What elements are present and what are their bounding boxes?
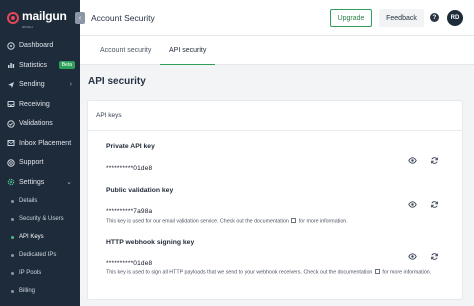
eye-icon: [408, 157, 417, 164]
check-icon: [7, 120, 15, 128]
show-key-button[interactable]: [408, 156, 417, 165]
support-icon: [7, 159, 15, 167]
sidebar-subitem-label: Dedicated IPs: [19, 252, 57, 258]
bullet-icon: [11, 271, 14, 275]
placement-icon: [7, 139, 15, 147]
key-note: This key is used to sign all HTTP payloa…: [106, 269, 441, 277]
sidebar-subitem-dedicated-ips[interactable]: Dedicated IPs: [0, 246, 80, 264]
refresh-icon: [431, 157, 438, 164]
refresh-icon: [431, 253, 438, 260]
key-note-text: for more information.: [298, 218, 348, 225]
key-note-text: for more information.: [382, 269, 432, 276]
show-key-button[interactable]: [408, 200, 417, 209]
sidebar: mailgun SINCH Dashboard Statistics Beta …: [0, 0, 85, 306]
sidebar-nav: Dashboard Statistics Beta Sending › Rece…: [0, 36, 80, 192]
bullet-icon: [11, 199, 14, 203]
main-content: Account Security Upgrade Feedback ? RD A…: [80, 0, 474, 306]
refresh-icon: [431, 201, 438, 208]
collapse-sidebar-button[interactable]: ‹: [75, 12, 85, 24]
bullet-icon: [11, 217, 14, 221]
feedback-button[interactable]: Feedback: [379, 9, 424, 27]
help-icon[interactable]: ?: [430, 13, 439, 22]
sidebar-subitem-api-keys[interactable]: API Keys: [0, 228, 80, 246]
sidebar-item-inbox-placement[interactable]: Inbox Placement: [0, 134, 80, 154]
page-header-title: Account Security: [91, 12, 155, 23]
eye-icon: [408, 201, 417, 208]
sidebar-subitem-security-users[interactable]: Security & Users: [0, 210, 80, 228]
sidebar-item-label: Sending: [19, 81, 45, 89]
bullet-icon: [11, 253, 14, 257]
chevron-right-icon: ›: [69, 81, 72, 89]
tab-api-security[interactable]: API security: [160, 36, 216, 65]
brand-subtitle: SINCH: [22, 25, 33, 29]
top-bar: Account Security Upgrade Feedback ? RD: [80, 0, 474, 36]
settings-submenu: Details Security & Users API Keys Dedica…: [0, 192, 80, 300]
sidebar-item-label: Settings: [19, 178, 45, 186]
mailgun-logo-icon: [7, 12, 19, 24]
send-icon: [7, 81, 15, 89]
sidebar-subitem-label: Security & Users: [19, 216, 64, 222]
key-value: **********01de8: [106, 165, 153, 172]
sidebar-subitem-label: IP Pools: [19, 270, 42, 276]
key-value: **********01de8: [106, 260, 153, 267]
avatar[interactable]: RD: [447, 10, 463, 26]
external-link-icon[interactable]: [291, 218, 297, 223]
sidebar-item-support[interactable]: Support: [0, 153, 80, 173]
sidebar-item-sending[interactable]: Sending ›: [0, 75, 80, 95]
sidebar-item-label: Support: [19, 159, 44, 167]
key-title: Private API key: [106, 143, 155, 150]
chevron-down-icon: ⌄: [66, 179, 72, 187]
show-key-button[interactable]: [408, 252, 417, 261]
sidebar-item-receiving[interactable]: Receiving: [0, 95, 80, 115]
sidebar-item-statistics[interactable]: Statistics Beta: [0, 56, 80, 76]
sidebar-item-label: Inbox Placement: [19, 139, 72, 147]
bullet-icon: [11, 289, 14, 293]
sidebar-subitem-label: Billing: [19, 288, 36, 294]
sidebar-item-label: Receiving: [19, 100, 50, 108]
private-api-key-row: Private API key **********01de8: [106, 143, 446, 172]
external-link-icon[interactable]: [374, 269, 380, 274]
bullet-icon: [11, 235, 14, 239]
key-value: **********7a98a: [106, 208, 153, 215]
sidebar-subitem-label: Details: [19, 198, 38, 204]
page-title: API security: [88, 76, 146, 87]
rotate-key-button[interactable]: [430, 200, 439, 209]
rotate-key-button[interactable]: [430, 252, 439, 261]
public-validation-key-row: Public validation key **********7a98a Th…: [106, 187, 446, 226]
key-title: Public validation key: [106, 187, 174, 194]
api-keys-card: API keys Private API key **********01de8…: [87, 100, 463, 300]
inbox-icon: [7, 100, 15, 108]
card-header: API keys: [88, 101, 462, 131]
beta-badge: Beta: [58, 60, 75, 69]
sidebar-subitem-billing[interactable]: Billing: [0, 282, 80, 300]
eye-icon: [408, 253, 417, 260]
rotate-key-button[interactable]: [430, 156, 439, 165]
sidebar-subitem-label: API Keys: [19, 234, 44, 240]
key-title: HTTP webhook signing key: [106, 239, 195, 246]
sidebar-item-label: Validations: [19, 120, 53, 128]
gear-icon: [7, 178, 15, 186]
key-note-text: This key is used to sign all HTTP payloa…: [106, 269, 373, 276]
brand-name: mailgun: [22, 9, 67, 23]
tab-bar: Account security API security: [80, 36, 474, 65]
sidebar-subitem-details[interactable]: Details: [0, 192, 80, 210]
webhook-signing-key-row: HTTP webhook signing key **********01de8…: [106, 239, 446, 277]
brand-logo[interactable]: mailgun SINCH: [0, 0, 80, 36]
sidebar-subitem-ip-pools[interactable]: IP Pools: [0, 264, 80, 282]
dashboard-icon: [7, 42, 15, 50]
chart-icon: [7, 61, 15, 69]
tab-account-security[interactable]: Account security: [100, 36, 151, 65]
chevron-left-icon: ‹: [78, 14, 82, 22]
upgrade-button[interactable]: Upgrade: [330, 9, 372, 27]
sidebar-item-settings[interactable]: Settings ⌄: [0, 173, 80, 193]
sidebar-item-validations[interactable]: Validations: [0, 114, 80, 134]
sidebar-item-dashboard[interactable]: Dashboard: [0, 36, 80, 56]
sidebar-item-label: Statistics: [19, 61, 48, 69]
key-note-text: This key is used for our email validatio…: [106, 218, 289, 225]
key-note: This key is used for our email validatio…: [106, 218, 446, 226]
sidebar-item-label: Dashboard: [19, 42, 54, 50]
